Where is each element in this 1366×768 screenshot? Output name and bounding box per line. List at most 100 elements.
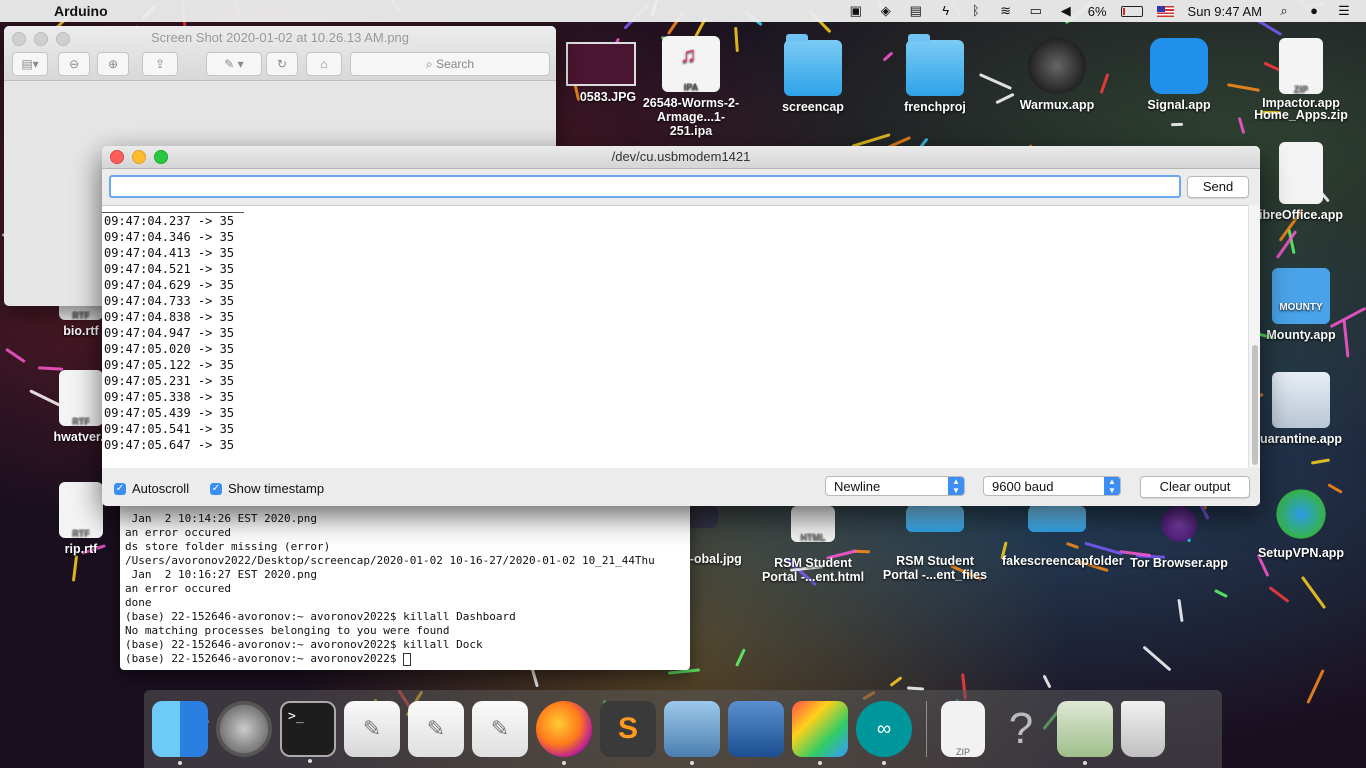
serial-input-field[interactable] [109, 175, 1181, 198]
output-line: 09:47:04.346 -> 35 [104, 230, 235, 244]
desktop-icon-signal[interactable]: Signal.app [1124, 38, 1234, 112]
system-preferences-icon[interactable] [216, 701, 272, 757]
output-scrollbar[interactable] [1248, 205, 1260, 467]
baud-rate-select[interactable]: 9600 baud ▲ ▼ [983, 476, 1121, 496]
desktop-icon-label: Warmux.app [1019, 98, 1095, 112]
wallpaper-streak [1170, 122, 1184, 127]
preview-titlebar[interactable]: Screen Shot 2020-01-02 at 10.26.13 AM.pn… [4, 26, 556, 81]
tor-icon [1161, 506, 1197, 542]
serial-titlebar[interactable]: /dev/cu.usbmodem1421 [102, 146, 1260, 169]
wallpaper-streak [1237, 116, 1246, 135]
notification-center-icon[interactable]: ☰ [1336, 4, 1352, 18]
desktop-icon-warmux[interactable]: Warmux.app [1002, 38, 1112, 112]
desktop-icon-fakescreencapfolder[interactable]: fakescreencapfolder [1002, 500, 1124, 568]
rtf-icon: RTF [59, 482, 103, 538]
sidebar-toggle-button[interactable]: ▤▾ [12, 52, 48, 76]
sublime-text-icon[interactable]: S [600, 701, 656, 757]
share-button[interactable]: ⇪ [142, 52, 178, 76]
rtf-badge: RTF [72, 528, 90, 538]
menu-extras: ▣ ◈ ▤ ϟ ᛒ ≋ ▭ ◀ 6% Sun 9:47 AM ⌕ ● ☰ [848, 4, 1352, 19]
desktop-icon-label: ibreOffice.app [1258, 208, 1344, 222]
wallpaper-streak [1300, 575, 1327, 610]
dropbox-icon[interactable]: ◈ [878, 4, 894, 18]
box-icon[interactable]: ▣ [848, 4, 864, 18]
desktop-icon-impactor[interactable]: ZIP Impactor.app Home_Apps.zip [1246, 38, 1356, 121]
output-line: 09:47:05.647 -> 35 [104, 438, 235, 452]
question-mark-icon[interactable]: ? [993, 701, 1049, 757]
desktop-icon-setupvpn[interactable]: SetupVPN.app [1246, 486, 1356, 560]
desktop-icon-frenchproj[interactable]: frenchproj [880, 34, 990, 114]
desktop-icon-tor-browser[interactable]: Tor Browser.app [1124, 506, 1234, 570]
toolbox-button[interactable]: ⌂ [306, 52, 342, 76]
input-source-flag-icon[interactable] [1156, 5, 1174, 17]
siri-icon[interactable]: ● [1306, 4, 1322, 18]
zip-icon[interactable]: ZIP [941, 701, 985, 757]
wallpaper-streak [71, 555, 79, 582]
checkmark-icon: ✓ [114, 482, 126, 495]
desktop-icon-quarantine[interactable]: uarantine.app [1246, 372, 1356, 446]
trash-icon[interactable] [1121, 701, 1165, 757]
output-line: 09:47:05.338 -> 35 [104, 390, 235, 404]
desktop-icon-rsm-html[interactable]: HTML RSM Student Portal -...ent.html [758, 506, 868, 584]
drive-icon[interactable]: ▤ [908, 4, 924, 18]
search-input[interactable]: ⌕ Search [350, 52, 550, 76]
arduino-icon[interactable]: ∞ [856, 701, 912, 765]
zoom-out-button[interactable]: ⊖ [58, 52, 90, 76]
terminal-icon[interactable]: >_ [280, 701, 336, 763]
serial-output[interactable]: 09:47:04.237 -> 35 09:47:04.346 -> 35 09… [102, 205, 1248, 468]
mounty-badge: MOUNTY [1279, 302, 1323, 313]
firefox-icon[interactable] [536, 701, 592, 765]
serial-monitor-window[interactable]: /dev/cu.usbmodem1421 Send 09:47:04.237 -… [102, 146, 1260, 506]
battery-percent[interactable]: 6% [1088, 4, 1107, 19]
script-editor-icon[interactable]: ✎ [344, 701, 400, 757]
search-icon: ⌕ [425, 56, 437, 71]
finder-icon[interactable] [152, 701, 208, 765]
app-name-menu[interactable]: Arduino [54, 3, 108, 19]
show-timestamp-label: Show timestamp [228, 481, 325, 496]
zoom-in-button[interactable]: ⊕ [97, 52, 129, 76]
rtf-badge: RTF [72, 310, 90, 320]
scrollbar-thumb[interactable] [1252, 345, 1258, 465]
line-ending-select[interactable]: Newline ▲ ▼ [825, 476, 965, 496]
desktop-icon-worms-ipa[interactable]: ♫ IPA 26548-Worms-2-Armage...1-251.ipa [636, 36, 746, 138]
textedit-icon[interactable]: ✎ [472, 701, 528, 757]
autoscroll-checkbox[interactable]: ✓ Autoscroll [114, 481, 189, 496]
desktop-icon-screencap[interactable]: screencap [758, 34, 868, 114]
desktop-icon-label: fakescreencapfolder [1002, 554, 1124, 568]
show-timestamp-checkbox[interactable]: ✓ Show timestamp [210, 481, 324, 496]
arduino-ide-icon[interactable] [1057, 701, 1113, 765]
line-ending-value: Newline [834, 479, 881, 494]
output-line-partial [102, 206, 244, 213]
terminal-window[interactable]: Jan 2 10:14:26 EST 2020.png an error occ… [120, 490, 690, 670]
desktop-icon-libreoffice[interactable]: ibreOffice.app [1246, 142, 1356, 222]
spotlight-search-icon[interactable]: ⌕ [1276, 4, 1292, 18]
terminal-prompt-line[interactable]: (base) 22-152646-avoronov:~ avoronov2022… [120, 652, 690, 666]
battery-icon[interactable] [1120, 5, 1143, 17]
select-arrows-icon: ▲ ▼ [948, 477, 964, 495]
preview-icon[interactable] [664, 701, 720, 765]
output-line: 09:47:04.947 -> 35 [104, 326, 235, 340]
markup-button[interactable]: ✎ ▾ [206, 52, 262, 76]
wallpaper-streak [1214, 588, 1228, 599]
signal-icon [1150, 38, 1208, 94]
volume-icon[interactable]: ◀ [1058, 4, 1074, 18]
terminal-line: No matching processes belonging to you w… [125, 624, 450, 637]
desktop-icon-mounty[interactable]: MOUNTY Mounty.app [1246, 268, 1356, 342]
desktop-icon-rsm-files[interactable]: RSM Student Portal -...ent_files [880, 500, 990, 582]
grapher-icon[interactable] [792, 701, 848, 765]
wallpaper-streak [1177, 598, 1184, 623]
airplay-icon[interactable]: ▭ [1028, 4, 1044, 18]
clock[interactable]: Sun 9:47 AM [1188, 4, 1262, 19]
bluetooth-icon[interactable]: ᛒ [968, 4, 984, 18]
textedit-icon[interactable]: ✎ [408, 701, 464, 757]
quarantine-icon [1272, 372, 1330, 428]
bolt-icon[interactable]: ϟ [938, 4, 954, 18]
output-line: 09:47:04.733 -> 35 [104, 294, 235, 308]
rtf-badge: RTF [72, 416, 90, 426]
send-button[interactable]: Send [1187, 176, 1249, 198]
virtualbox-icon[interactable] [728, 701, 784, 757]
clear-output-button[interactable]: Clear output [1140, 476, 1250, 498]
libreoffice-icon [1279, 142, 1323, 204]
rotate-button[interactable]: ↻ [266, 52, 298, 76]
wifi-icon[interactable]: ≋ [998, 4, 1014, 18]
